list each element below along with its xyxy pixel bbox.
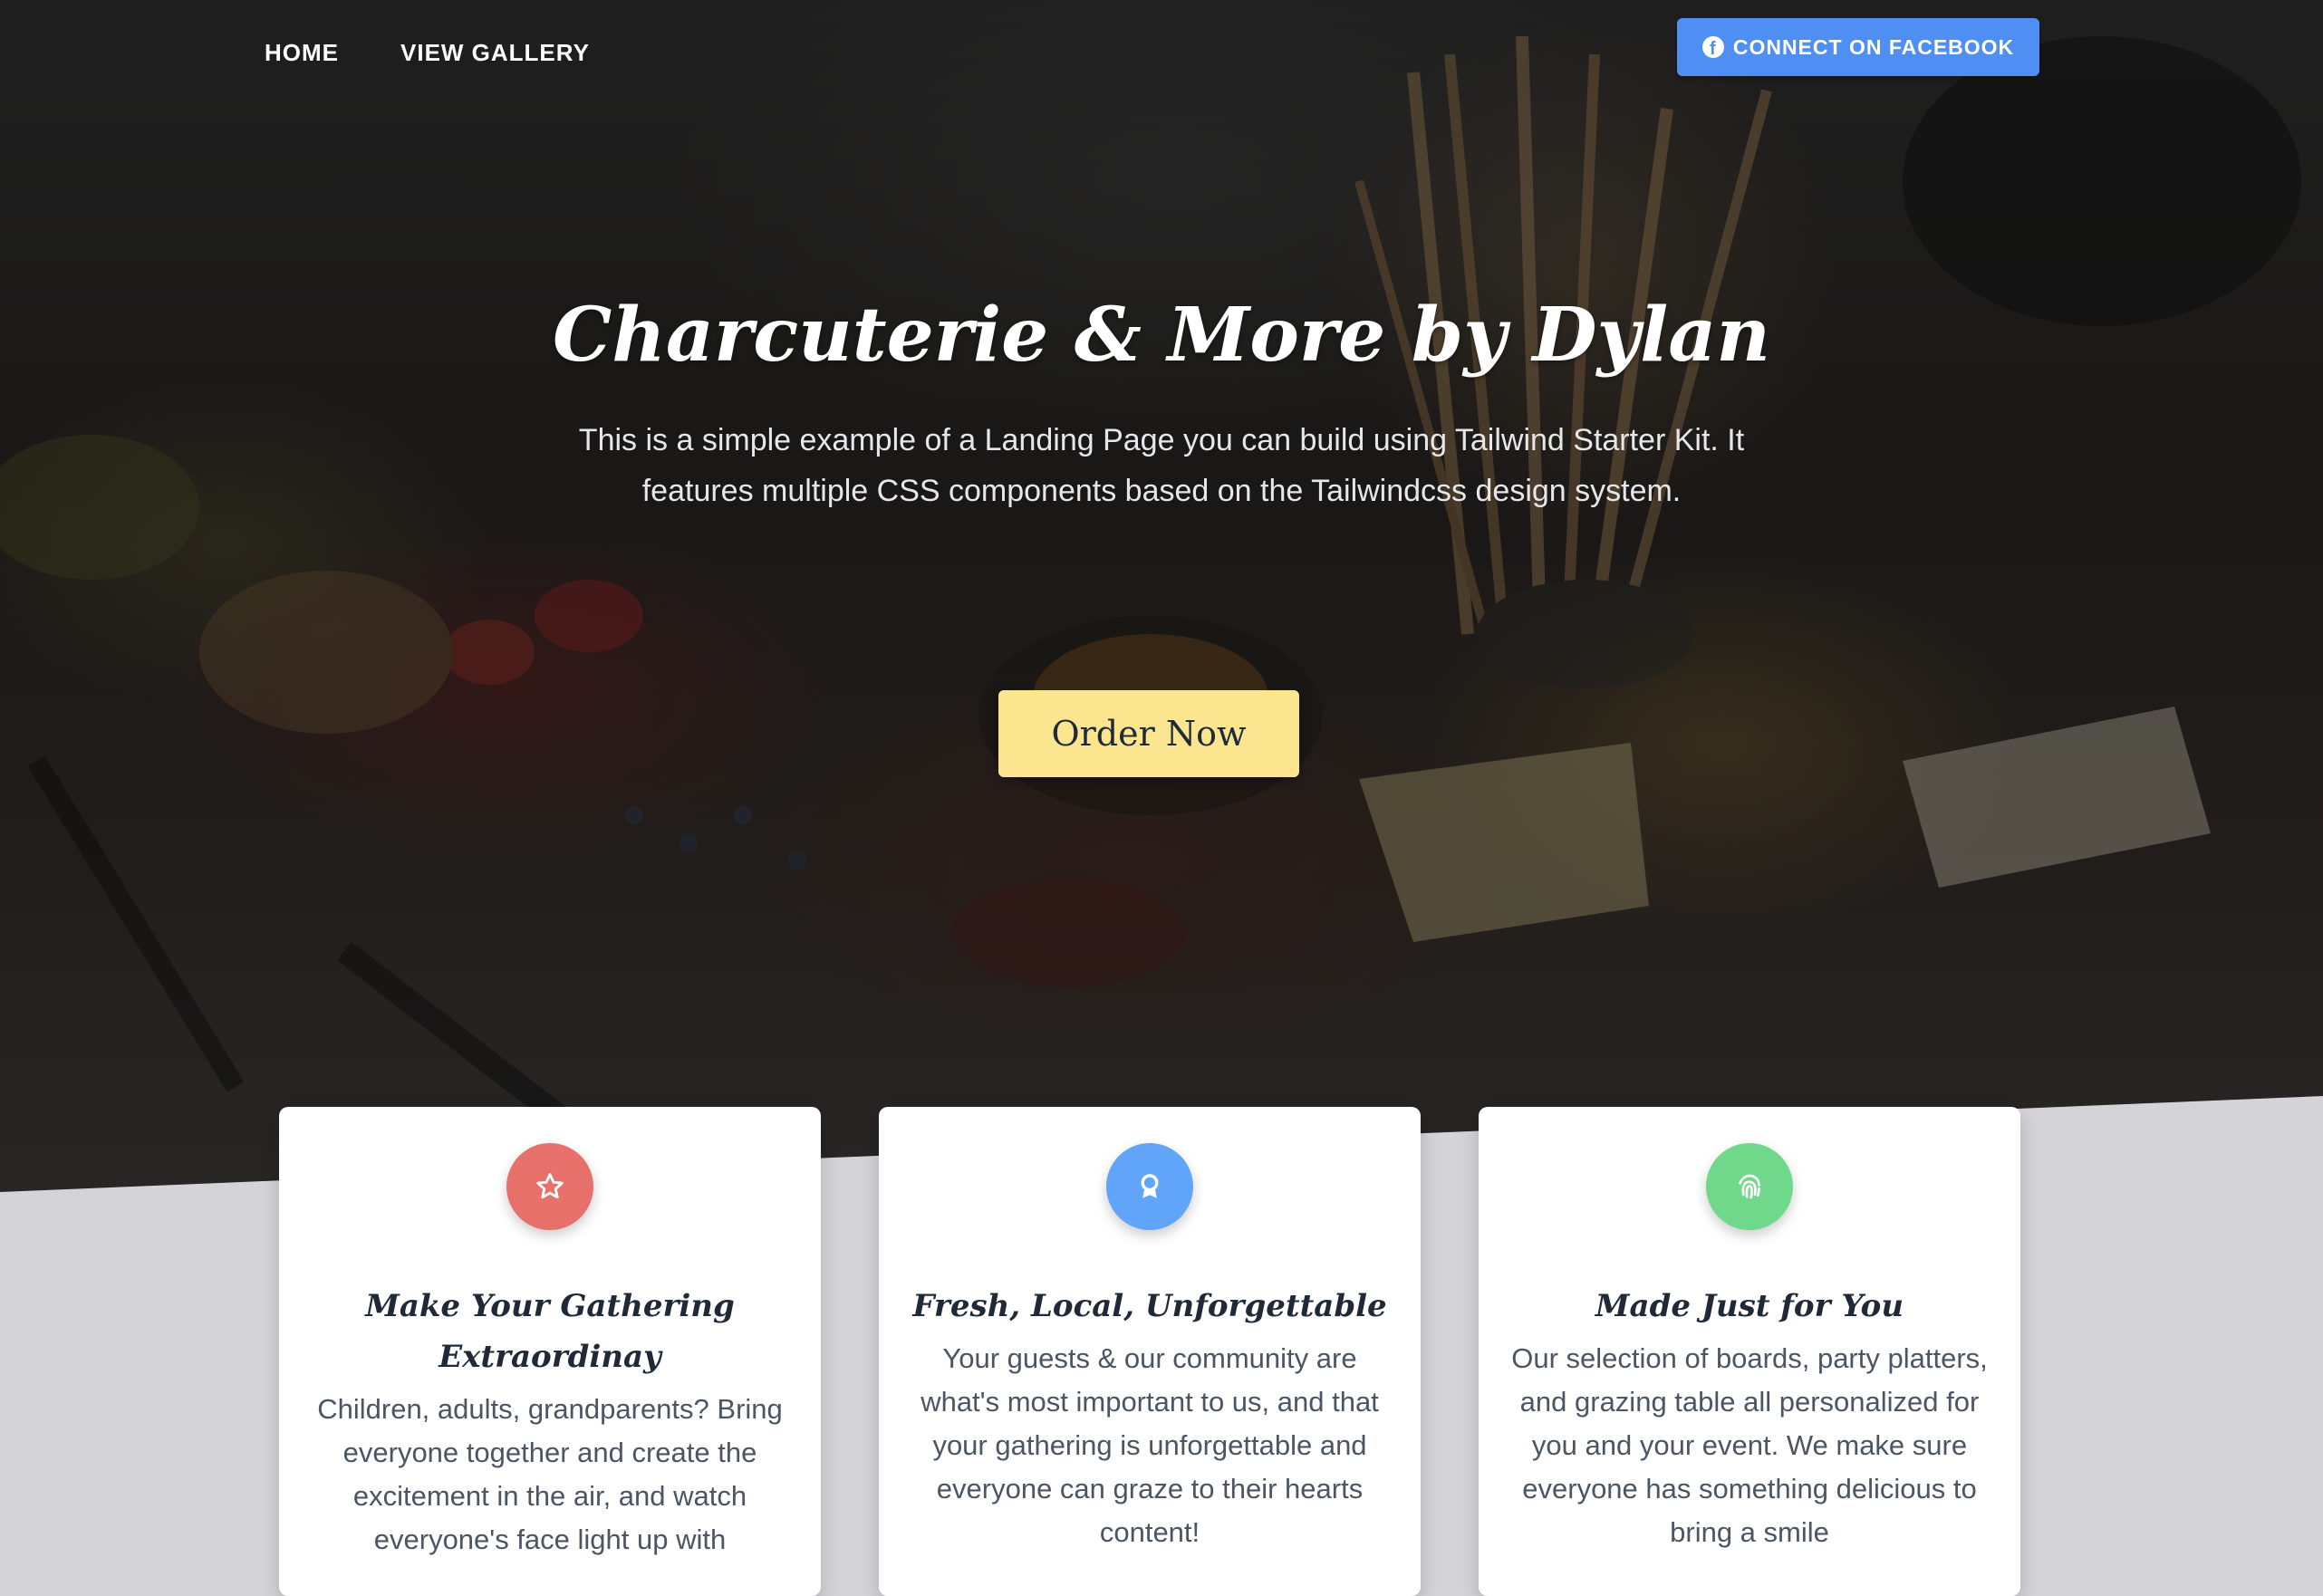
star-icon	[506, 1143, 593, 1230]
feature-title: Fresh, Local, Unforgettable	[912, 1288, 1387, 1324]
top-navbar: HOME VIEW GALLERY f CONNECT ON FACEBOOK	[0, 0, 2323, 100]
hero-title: Charcuterie & More by Dylan	[552, 292, 1771, 379]
feature-card-fresh: Fresh, Local, Unforgettable Your guests …	[879, 1107, 1421, 1596]
award-icon	[1106, 1143, 1193, 1230]
feature-card-gathering: Make Your Gathering Extraordinay Childre…	[279, 1107, 821, 1596]
hero-description: This is a simple example of a Landing Pa…	[578, 423, 1745, 508]
feature-title: Make Your Gathering Extraordinay	[365, 1288, 735, 1375]
feature-title: Made Just for You	[1595, 1288, 1904, 1324]
facebook-icon: f	[1701, 36, 1724, 58]
fingerprint-icon	[1706, 1143, 1793, 1230]
connect-facebook-button[interactable]: f CONNECT ON FACEBOOK	[1677, 18, 2039, 76]
connect-facebook-label: CONNECT ON FACEBOOK	[1732, 34, 2015, 59]
feature-text: Your guests & our community are what's m…	[921, 1342, 1379, 1548]
hero-overlay	[0, 0, 2323, 1196]
nav-home-link[interactable]: HOME	[265, 39, 339, 67]
feature-text: Our selection of boards, party platters,…	[1511, 1342, 1988, 1548]
order-now-button[interactable]: Order Now	[998, 690, 1299, 777]
feature-card-made-for-you: Made Just for You Our selection of board…	[1479, 1107, 2020, 1596]
feature-text: Children, adults, grandparents? Bring ev…	[317, 1393, 783, 1555]
hero-section	[0, 0, 2323, 1196]
nav-gallery-link[interactable]: VIEW GALLERY	[400, 39, 590, 67]
